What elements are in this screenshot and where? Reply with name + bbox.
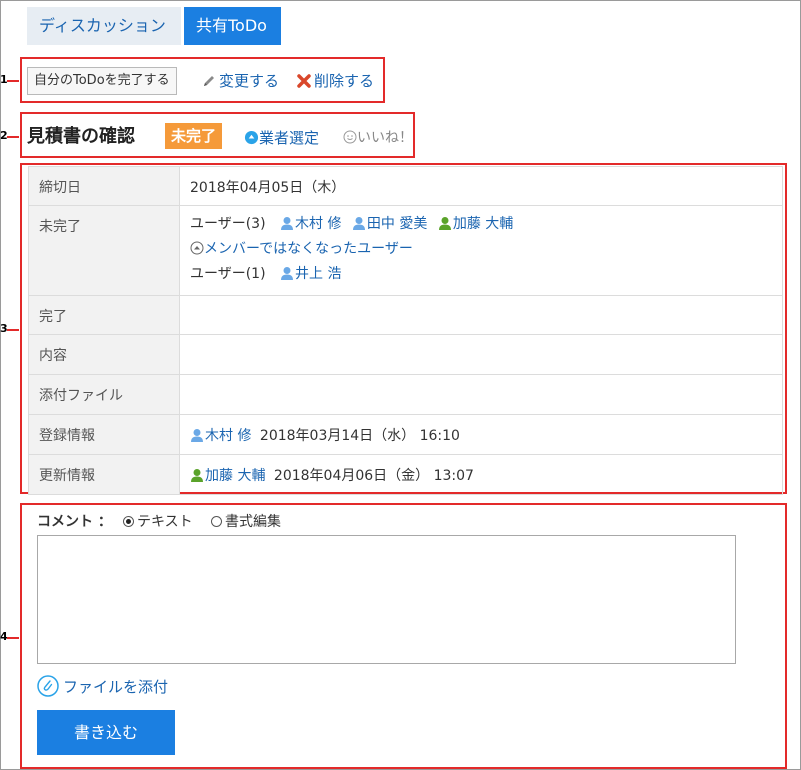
category-icon bbox=[244, 130, 259, 145]
deadline-label: 締切日 bbox=[28, 166, 180, 206]
table-row-incomplete: 未完了 ユーザー(3) 木村 修 田中 愛美 加藤 大輔 メンバーではなくなった… bbox=[28, 205, 783, 296]
page-title: 見積書の確認 bbox=[27, 126, 135, 147]
pencil-icon bbox=[204, 76, 214, 86]
delete-link[interactable]: 削除する bbox=[297, 70, 374, 91]
incomplete-users-line: ユーザー(3) 木村 修 田中 愛美 加藤 大輔 bbox=[190, 212, 772, 237]
like-button[interactable]: いいね！ bbox=[343, 127, 413, 147]
user-icon bbox=[281, 217, 294, 230]
user-link[interactable]: 木村 修 bbox=[280, 216, 346, 232]
registered-datetime: 2018年03月14日（水） 16:10 bbox=[259, 428, 460, 444]
updated-value: 加藤 大輔 2018年04月06日（金） 13:07 bbox=[179, 454, 783, 495]
delete-label: 削除する bbox=[314, 72, 375, 90]
user-icon bbox=[191, 469, 203, 482]
smile-icon bbox=[343, 130, 357, 144]
incomplete-value: ユーザー(3) 木村 修 田中 愛美 加藤 大輔 メンバーではなくなったユーザー… bbox=[179, 205, 783, 296]
complete-my-todo-button[interactable]: 自分のToDoを完了する bbox=[27, 67, 177, 95]
user-icon bbox=[191, 429, 203, 442]
collapse-arrow-icon bbox=[190, 241, 204, 255]
attachments-label: 添付ファイル bbox=[28, 374, 180, 415]
callout-marker-3: 3 bbox=[0, 322, 19, 335]
registered-value: 木村 修 2018年03月14日（水） 16:10 bbox=[179, 414, 783, 455]
callout-marker-2: 2 bbox=[0, 129, 19, 142]
radio-rich-mode[interactable]: 書式編集 bbox=[211, 511, 281, 531]
user-link[interactable]: 田中 愛美 bbox=[352, 216, 432, 232]
delete-x-icon bbox=[297, 74, 311, 88]
user-icon bbox=[352, 217, 365, 230]
registered-label: 登録情報 bbox=[28, 414, 180, 455]
user-icon bbox=[281, 267, 294, 280]
radio-text-mode[interactable]: テキスト bbox=[123, 511, 193, 531]
table-row-content: 内容 bbox=[28, 334, 783, 375]
user-icon bbox=[438, 217, 451, 230]
complete-value bbox=[179, 295, 783, 335]
table-row-complete: 完了 bbox=[28, 295, 783, 335]
radio-selected-icon bbox=[123, 516, 134, 527]
updated-label: 更新情報 bbox=[28, 454, 180, 495]
category-label: 業者選定 bbox=[259, 129, 320, 147]
comment-textarea[interactable] bbox=[37, 535, 736, 664]
todo-detail-table: 締切日 2018年04月05日（木） 未完了 ユーザー(3) 木村 修 田中 愛… bbox=[28, 166, 783, 495]
former-users-line: ユーザー(1) 井上 浩 bbox=[190, 262, 772, 287]
tab-discussion[interactable]: ディスカッション bbox=[27, 7, 181, 45]
users-group-label: ユーザー(3) bbox=[190, 216, 266, 232]
table-row-updated: 更新情報 加藤 大輔 2018年04月06日（金） 13:07 bbox=[28, 454, 783, 495]
complete-label: 完了 bbox=[28, 295, 180, 335]
attach-file-link[interactable]: ファイルを添付 bbox=[37, 675, 168, 697]
content-value bbox=[179, 334, 783, 375]
attachments-value bbox=[179, 374, 783, 415]
incomplete-label: 未完了 bbox=[28, 205, 180, 296]
edit-label: 変更する bbox=[219, 72, 280, 90]
user-link[interactable]: 木村 修 bbox=[190, 428, 256, 444]
table-row-attachments: 添付ファイル bbox=[28, 374, 783, 415]
edit-link[interactable]: 変更する bbox=[202, 70, 279, 91]
tab-shared-todo[interactable]: 共有ToDo bbox=[184, 7, 281, 45]
paperclip-icon bbox=[37, 675, 59, 697]
former-members-link[interactable]: メンバーではなくなったユーザー bbox=[190, 237, 772, 262]
deadline-value: 2018年04月05日（木） bbox=[179, 166, 783, 206]
table-row-deadline: 締切日 2018年04月05日（木） bbox=[28, 166, 783, 206]
content-label: 内容 bbox=[28, 334, 180, 375]
category-link[interactable]: 業者選定 bbox=[244, 127, 319, 148]
radio-unselected-icon bbox=[211, 516, 222, 527]
callout-marker-1: 1 bbox=[0, 73, 19, 86]
user-link[interactable]: 加藤 大輔 bbox=[438, 216, 513, 232]
table-row-registered: 登録情報 木村 修 2018年03月14日（水） 16:10 bbox=[28, 414, 783, 455]
user-link[interactable]: 井上 浩 bbox=[280, 266, 341, 282]
like-label: いいね！ bbox=[357, 130, 413, 146]
submit-comment-button[interactable]: 書き込む bbox=[37, 710, 175, 755]
users-group2-label: ユーザー(1) bbox=[190, 266, 266, 282]
comment-label: コメント ： bbox=[37, 514, 112, 530]
callout-marker-4: 4 bbox=[0, 630, 19, 643]
user-link[interactable]: 加藤 大輔 bbox=[190, 468, 270, 484]
updated-datetime: 2018年04月06日（金） 13:07 bbox=[273, 468, 474, 484]
status-badge: 未完了 bbox=[165, 123, 223, 149]
